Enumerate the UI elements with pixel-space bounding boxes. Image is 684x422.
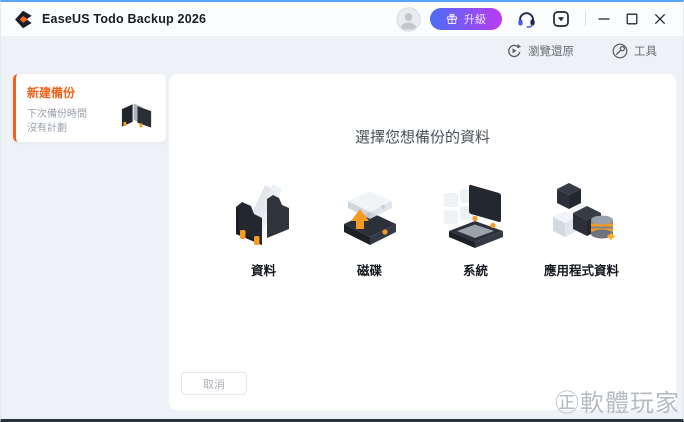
easeus-logo-icon (14, 10, 33, 29)
backup-options: 資料 (169, 181, 676, 279)
titlebar-actions: 升級 (396, 7, 683, 32)
upgrade-button[interactable]: 升級 (430, 8, 502, 30)
files-icon (229, 181, 299, 251)
titlebar: EaseUS Todo Backup 2026 (1, 2, 683, 36)
nav-tools[interactable]: 工具 (612, 43, 657, 59)
tools-icon (612, 43, 628, 59)
new-backup-title: 新建備份 (27, 84, 166, 101)
app-title: EaseUS Todo Backup 2026 (42, 12, 206, 26)
feedback-button[interactable] (550, 8, 572, 30)
nav-tools-label: 工具 (634, 43, 657, 59)
appdata-icon (547, 181, 617, 251)
option-label: 應用程式資料 (544, 260, 619, 279)
nav-browse-restore-label: 瀏覽還原 (528, 43, 574, 59)
headset-icon (517, 11, 536, 28)
system-icon (441, 181, 511, 251)
option-system[interactable]: 系統 (430, 181, 522, 279)
restore-icon (506, 43, 522, 59)
option-appdata[interactable]: 應用程式資料 (536, 181, 628, 279)
top-nav: 瀏覽還原 工具 (1, 36, 683, 66)
option-disk[interactable]: 磁碟 (324, 181, 416, 279)
watermark: ㊣軟體玩家 (555, 383, 680, 418)
option-label: 資料 (251, 260, 276, 279)
option-label: 磁碟 (357, 260, 382, 279)
backup-folder-icon (119, 100, 156, 135)
close-icon (654, 13, 666, 25)
page-title: 選擇您想備份的資料 (169, 126, 676, 147)
close-button[interactable] (650, 8, 670, 30)
option-label: 系統 (463, 260, 488, 279)
option-files[interactable]: 資料 (218, 181, 310, 279)
user-avatar[interactable] (396, 7, 421, 32)
app-window: EaseUS Todo Backup 2026 (0, 0, 684, 422)
feedback-icon (553, 11, 569, 27)
gift-icon (446, 13, 458, 25)
nav-browse-restore[interactable]: 瀏覽還原 (506, 43, 574, 59)
minimize-button[interactable] (594, 8, 614, 30)
new-backup-card[interactable]: 新建備份 下次備份時間 沒有計劃 (13, 74, 166, 142)
cancel-button[interactable]: 取消 (181, 372, 247, 395)
support-button[interactable] (515, 8, 537, 30)
disk-icon (335, 181, 405, 251)
maximize-icon (626, 13, 638, 25)
maximize-button[interactable] (622, 8, 642, 30)
titlebar-separator (585, 12, 586, 26)
main-panel: 選擇您想備份的資料 資料 (169, 74, 676, 410)
upgrade-label: 升級 (464, 11, 486, 27)
minimize-icon (598, 13, 610, 25)
